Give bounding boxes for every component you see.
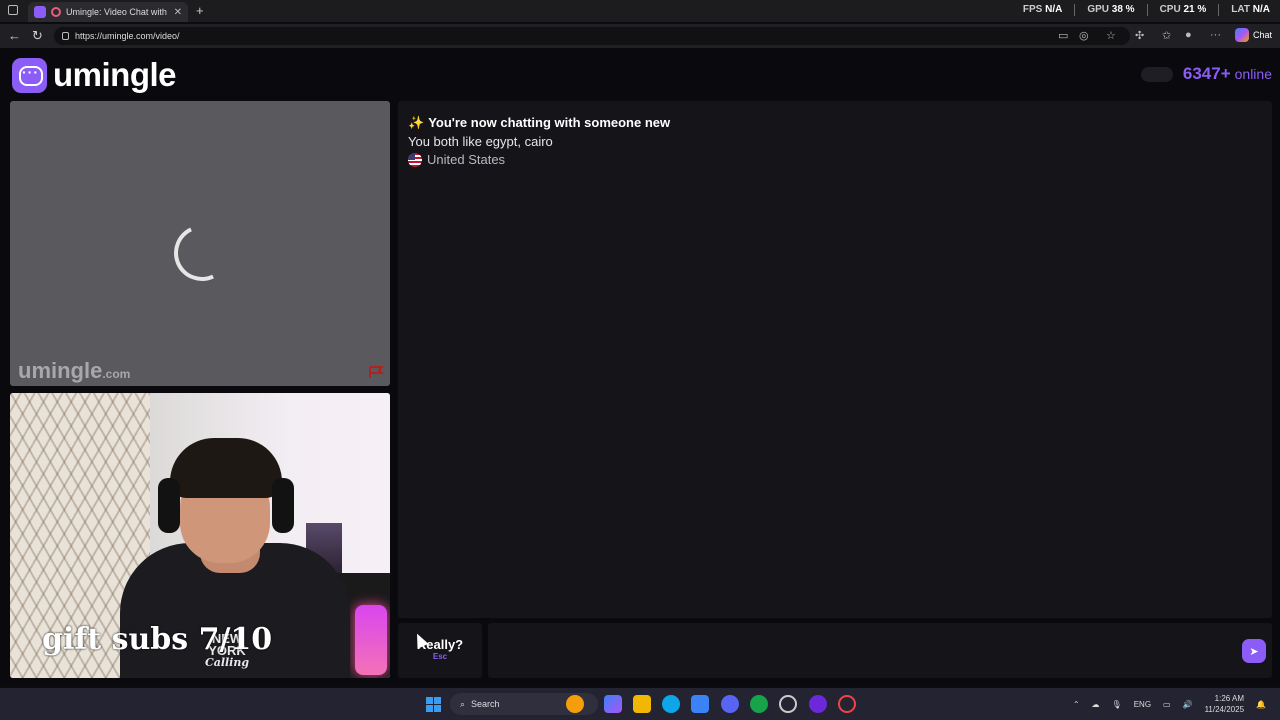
chat-input-row: Really? Esc ➤ bbox=[398, 623, 1272, 678]
report-flag-icon[interactable] bbox=[368, 366, 384, 378]
clock-date: 11/24/2025 bbox=[1204, 705, 1245, 714]
lat-value: N/A bbox=[1252, 4, 1270, 15]
tab-title: Umingle: Video Chat with St bbox=[66, 7, 169, 17]
chevron-up-icon[interactable]: ⌃ bbox=[1073, 700, 1080, 709]
new-tab-icon[interactable]: + bbox=[196, 3, 204, 18]
taskbar: ⌕ Search ⌃ ☁ 🎙 ENG ▭ 🔊 1:26 AM 11/24/202… bbox=[0, 688, 1280, 720]
store-icon[interactable] bbox=[691, 695, 709, 713]
system-tray: ⌃ ☁ 🎙 ENG ▭ 🔊 1:26 AM 11/24/2025 🔔 bbox=[1073, 693, 1266, 715]
microphone-icon[interactable]: 🎙 bbox=[1112, 700, 1122, 709]
settings-icon[interactable] bbox=[779, 695, 797, 713]
logo-text: umingle bbox=[53, 56, 177, 93]
online-label: online bbox=[1234, 66, 1272, 82]
site-info-icon[interactable] bbox=[62, 32, 69, 40]
search-icon: ⌕ bbox=[460, 698, 466, 709]
hoodie-print-line2: Calling bbox=[204, 656, 250, 669]
volume-icon[interactable]: 🔊 bbox=[1183, 700, 1193, 709]
cpu-value: 21 % bbox=[1183, 4, 1207, 15]
edge-browser-icon[interactable] bbox=[662, 695, 680, 713]
skip-label: Really? bbox=[416, 637, 464, 652]
extensions-icon[interactable]: ✣ bbox=[1135, 29, 1144, 42]
taskbar-search-label: Search bbox=[471, 699, 500, 709]
camera-icon[interactable]: ▭ bbox=[1058, 29, 1068, 42]
copilot-icon bbox=[1234, 28, 1249, 42]
browser-tab[interactable]: Umingle: Video Chat with St ✕ bbox=[28, 2, 188, 22]
profile-avatar-icon[interactable]: ● bbox=[1185, 29, 1192, 41]
clock[interactable]: 1:26 AM 11/24/2025 bbox=[1205, 693, 1244, 715]
recording-icon bbox=[51, 7, 61, 17]
send-icon: ➤ bbox=[1249, 645, 1259, 658]
headphone-right bbox=[272, 478, 294, 533]
tracking-icon[interactable]: ◎ bbox=[1079, 29, 1089, 42]
favorite-icon[interactable]: ☆ bbox=[1106, 29, 1116, 42]
copilot-chat-button[interactable]: Chat bbox=[1234, 28, 1272, 42]
stranger-video: umingle.com bbox=[10, 101, 390, 386]
watermark-suffix: .com bbox=[102, 367, 131, 381]
url-text: https://umingle.com/video/ bbox=[75, 31, 180, 41]
stranger-country: United States bbox=[408, 152, 505, 167]
pink-lamp bbox=[355, 605, 387, 675]
skip-shortcut: Esc bbox=[432, 652, 448, 661]
copilot-taskbar-icon[interactable] bbox=[604, 695, 622, 713]
favorites-bar-icon[interactable]: ✩ bbox=[1162, 29, 1171, 42]
fps-value: N/A bbox=[1045, 4, 1063, 15]
address-bar-row: ← ↻ https://umingle.com/video/ ▭ ◎ ☆ ✣ ✩… bbox=[0, 24, 1280, 48]
cpu-label: CPU bbox=[1159, 4, 1181, 15]
tab-group-icon bbox=[34, 6, 46, 18]
theme-toggle[interactable] bbox=[1140, 66, 1173, 82]
network-icon[interactable]: ☁ bbox=[1092, 700, 1100, 709]
loading-spinner-icon bbox=[166, 217, 238, 289]
divider bbox=[1218, 4, 1220, 16]
app-icon[interactable] bbox=[750, 695, 768, 713]
gpu-value: 38 % bbox=[1111, 4, 1135, 15]
app-icon[interactable] bbox=[809, 695, 827, 713]
video-watermark: umingle.com bbox=[18, 358, 130, 384]
file-explorer-icon[interactable] bbox=[633, 695, 651, 713]
lat-label: LAT bbox=[1231, 4, 1250, 15]
sparkles-icon: ✨ bbox=[408, 115, 425, 130]
browser-tab-bar: Umingle: Video Chat with St ✕ + FPS N/A … bbox=[0, 0, 1280, 22]
opera-icon[interactable] bbox=[838, 695, 856, 713]
notifications-icon[interactable]: 🔔 bbox=[1256, 700, 1266, 709]
widgets-icon[interactable] bbox=[566, 695, 584, 713]
page-content: umingle 6347+ online umingle.com NEW YOR… bbox=[0, 48, 1280, 685]
system-message: ✨ You're now chatting with someone new bbox=[408, 115, 670, 131]
performance-overlay: FPS N/A GPU 38 % CPU 21 % LAT N/A bbox=[1023, 4, 1270, 16]
watermark-text: umingle bbox=[18, 358, 103, 383]
online-count: 6347+ bbox=[1182, 64, 1231, 83]
new-chat-text: You're now chatting with someone new bbox=[428, 115, 671, 130]
online-counter: 6347+ online bbox=[1140, 64, 1272, 84]
site-logo[interactable]: umingle bbox=[12, 56, 177, 94]
fps-label: FPS bbox=[1022, 4, 1043, 15]
close-tab-icon[interactable]: ✕ bbox=[174, 7, 182, 18]
message-input[interactable] bbox=[488, 623, 1272, 678]
person-hair bbox=[170, 438, 282, 498]
headphone-left bbox=[158, 478, 180, 533]
shared-interests: You both like egypt, cairo bbox=[408, 134, 553, 149]
stream-caption: gift subs 7/10 bbox=[42, 622, 273, 657]
chat-log: ✨ You're now chatting with someone new Yo… bbox=[398, 101, 1272, 618]
window-menu-icon[interactable] bbox=[8, 5, 18, 15]
skip-button[interactable]: Really? Esc bbox=[398, 623, 482, 678]
chat-bubble-logo-icon bbox=[12, 57, 47, 93]
discord-icon[interactable] bbox=[721, 695, 739, 713]
back-icon[interactable]: ← bbox=[8, 28, 21, 43]
start-button-icon[interactable] bbox=[426, 697, 441, 712]
clock-time: 1:26 AM bbox=[1214, 694, 1245, 703]
divider bbox=[1146, 4, 1148, 16]
display-icon[interactable]: ▭ bbox=[1163, 700, 1171, 709]
send-button[interactable]: ➤ bbox=[1242, 639, 1266, 663]
country-name: United States bbox=[427, 152, 506, 167]
divider bbox=[1074, 4, 1076, 16]
language-indicator[interactable]: ENG bbox=[1134, 700, 1151, 709]
more-options-icon[interactable]: ··· bbox=[1210, 29, 1221, 41]
gpu-label: GPU bbox=[1087, 4, 1109, 15]
url-field[interactable]: https://umingle.com/video/ bbox=[54, 27, 1130, 45]
reload-icon[interactable]: ↻ bbox=[32, 28, 43, 44]
us-flag-icon bbox=[408, 152, 422, 167]
chat-label: Chat bbox=[1252, 30, 1272, 40]
